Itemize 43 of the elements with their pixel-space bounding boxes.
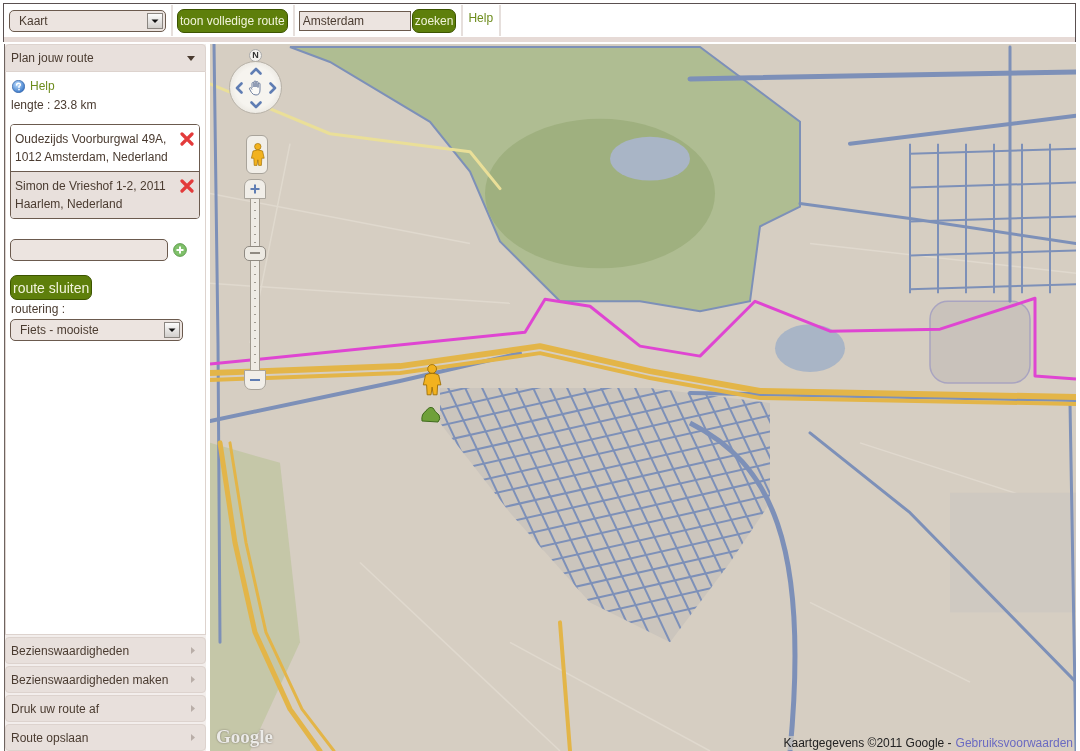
caret-right-icon [191,647,195,654]
person-marker-icon[interactable] [420,364,442,397]
routing-select[interactable]: Fiets - mooiste [10,319,183,341]
accordion-header[interactable]: Route opslaan [5,724,206,751]
lake-area [775,324,845,373]
search-field[interactable]: Amsterdam [298,10,411,31]
help-icon [12,79,25,93]
chevron-up-icon[interactable] [250,67,262,75]
chevron-down-icon[interactable] [250,101,262,109]
caret-down-icon [187,55,195,61]
search-button[interactable]: zoeken [411,8,457,33]
map-logo: Google [216,726,273,748]
person-icon[interactable] [249,141,265,168]
show-route-button[interactable]: toon volledige route [177,8,288,33]
close-route-button[interactable]: route sluiten [10,275,93,300]
accordion-header[interactable]: Bezienswaardigheden maken [5,666,206,693]
waypoint-row[interactable]: Simon de Vrieshof 1-2, 2011 Haarlem, Nederland [11,171,199,218]
street-view-button[interactable] [246,135,268,174]
routing-label: routering : [10,302,66,316]
accordion-header[interactable]: Plan jouw route [5,44,206,72]
map-type-select[interactable]: Kaart [9,9,166,32]
help-link[interactable]: Help [467,11,495,25]
plus-icon[interactable] [173,243,187,257]
chevron-left-icon[interactable] [235,82,243,94]
waypoint-address: Oudezijds Voorburgwal 49A, 1012 Amsterdam, Nederland [15,131,169,166]
caret-right-icon [191,705,195,712]
route-length: lengte : 23.8 km [10,98,97,112]
zoom-out-button[interactable] [244,370,266,390]
map-attribution: Kaartgegevens ©2011 Google - [783,736,952,750]
accordion-header[interactable]: Druk uw route af [5,695,206,722]
chevron-right-icon[interactable] [269,82,277,94]
cross-icon[interactable] [180,132,194,146]
caret-right-icon [191,676,195,683]
help-link[interactable]: Help [10,79,55,93]
waypoint-field[interactable] [10,239,168,261]
waypoint-address: Simon de Vrieshof 1-2, 2011 Haarlem, Nederland [15,178,167,213]
map-marker-icon[interactable] [421,406,441,423]
zoom-in-button[interactable] [244,179,266,199]
plus-icon [250,184,260,194]
cross-icon[interactable] [180,179,194,193]
caret-right-icon [191,734,195,741]
accordion-header[interactable]: Bezienswaardigheden [5,637,206,664]
minus-icon [250,379,260,381]
